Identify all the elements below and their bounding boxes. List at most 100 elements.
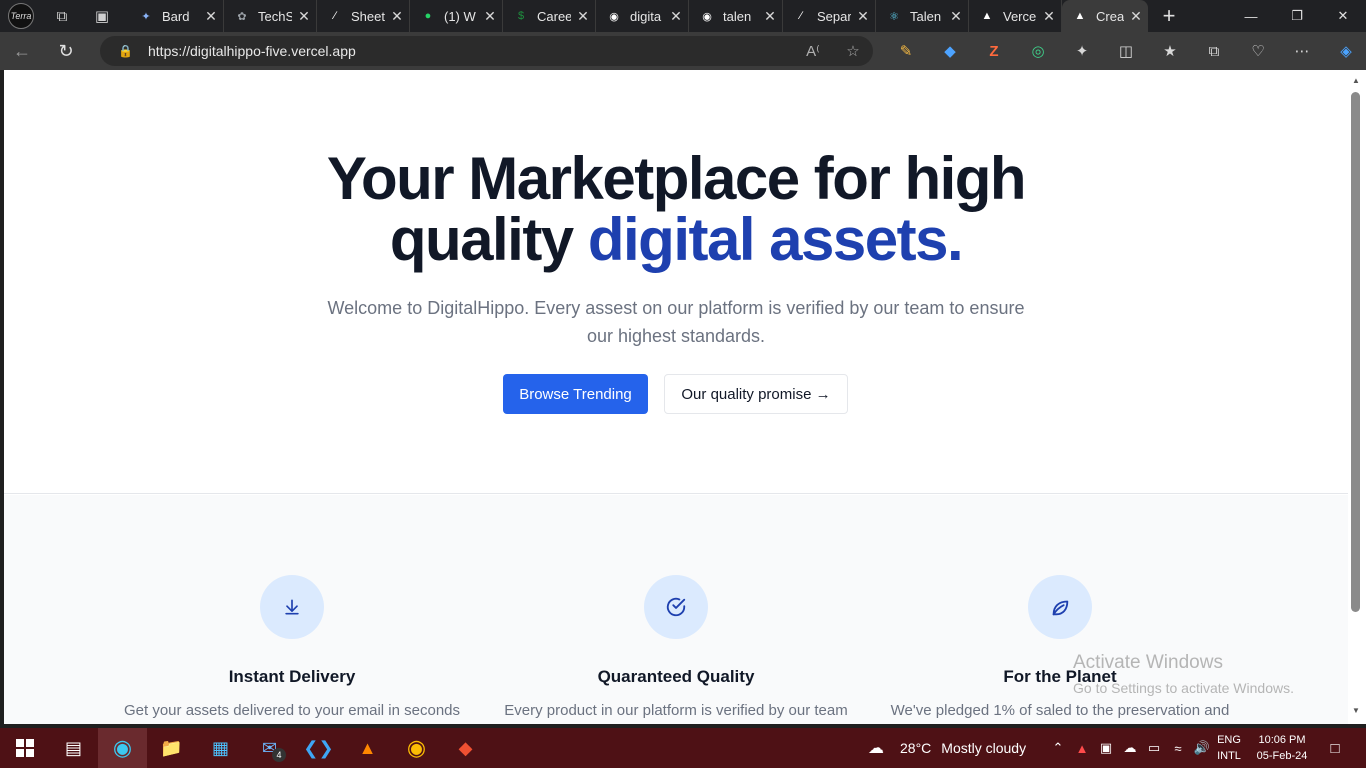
perk-for-the-planet: For the Planet We've pledged 1% of saled…: [860, 575, 1260, 719]
browser-tab[interactable]: ◉ talen ✕: [689, 0, 783, 32]
perk-description: Get your assets delivered to your email …: [124, 702, 460, 719]
browser-tab[interactable]: ✦ Bard ✕: [128, 0, 224, 32]
browser-tab[interactable]: ⚛ Talen ✕: [876, 0, 969, 32]
acrobat-tray-icon[interactable]: ▲: [1070, 741, 1094, 756]
perk-guaranteed-quality: Quaranteed Quality Every product in our …: [476, 575, 876, 719]
meet-now-icon[interactable]: ▣: [1094, 740, 1118, 756]
lock-icon[interactable]: 🔒: [118, 44, 133, 58]
vercel-slash-icon: ∕: [334, 10, 336, 22]
perk-description: We've pledged 1% of saled to the preserv…: [890, 702, 1230, 719]
weather-description: Mostly cloudy: [941, 740, 1027, 756]
battery-icon[interactable]: ▭: [1142, 740, 1166, 756]
close-tab-icon[interactable]: ✕: [851, 8, 875, 25]
browser-tab[interactable]: ◉ digita ✕: [596, 0, 689, 32]
close-tab-icon[interactable]: ✕: [1037, 8, 1061, 25]
hero-title-plain: quality: [389, 206, 574, 273]
scroll-down-arrow-icon[interactable]: ▼: [1350, 706, 1362, 715]
perk-description: Every product in our platform is verifie…: [504, 702, 848, 719]
git-gui-icon[interactable]: ◆: [441, 728, 490, 768]
perks-section: Instant Delivery Get your assets deliver…: [4, 495, 1348, 724]
microsoft-store-icon[interactable]: ▦: [196, 728, 245, 768]
extensions-puzzle-icon[interactable]: ✦: [1060, 32, 1104, 70]
collections-icon[interactable]: ⧉: [1192, 32, 1236, 70]
close-window-button[interactable]: ✕: [1320, 0, 1366, 32]
extension-target-icon[interactable]: ◎: [1016, 32, 1060, 70]
more-menu-icon[interactable]: ⋯: [1280, 32, 1324, 70]
whatsapp-icon: ●: [424, 10, 432, 22]
notification-center-icon[interactable]: □: [1320, 728, 1350, 768]
check-circle-icon: [644, 575, 708, 639]
input-language[interactable]: ENG INTL: [1214, 732, 1244, 764]
close-tab-icon[interactable]: ✕: [199, 8, 223, 25]
wifi-icon[interactable]: ≈: [1166, 741, 1190, 756]
profile-avatar[interactable]: Terra: [8, 3, 34, 29]
extension-z-icon[interactable]: Z: [972, 32, 1016, 70]
tab-title: Creat: [1096, 8, 1124, 24]
tab-title: Sheet: [351, 8, 385, 24]
restore-button[interactable]: ❐: [1274, 0, 1320, 32]
system-clock[interactable]: 10:06 PM 05-Feb-24: [1252, 732, 1312, 764]
show-hidden-icons-chevron-icon[interactable]: ⌃: [1046, 740, 1070, 756]
browser-tab[interactable]: ✿ TechS ✕: [224, 0, 317, 32]
file-explorer-icon[interactable]: 📁: [147, 728, 196, 768]
extension-paint-icon[interactable]: ✎: [884, 32, 928, 70]
watermark-title: Activate Windows: [1073, 652, 1223, 673]
close-tab-icon[interactable]: ✕: [758, 8, 782, 25]
extension-diamond-icon[interactable]: ◆: [928, 32, 972, 70]
browser-tab[interactable]: ∕ Sheet ✕: [317, 0, 410, 32]
quality-promise-button[interactable]: Our quality promise →: [664, 374, 848, 414]
system-tray: ⌃ ▲ ▣ ☁ ▭ ≈ 🔊: [1046, 728, 1214, 768]
close-tab-icon[interactable]: ✕: [944, 8, 968, 25]
vercel-triangle-icon: ▲: [981, 10, 993, 22]
close-tab-icon[interactable]: ✕: [571, 8, 595, 25]
copilot-icon[interactable]: ◈: [1324, 32, 1366, 70]
tab-strip: ✦ Bard ✕ ✿ TechS ✕ ∕ Sheet ✕ ● (1) W ✕ $ Caree ✕ ◉ digit…: [128, 0, 1148, 32]
performance-icon[interactable]: ♡: [1236, 32, 1280, 70]
weather-widget[interactable]: ☁ 28°C Mostly cloudy: [868, 728, 1026, 768]
read-aloud-icon[interactable]: A⁽: [793, 42, 833, 60]
chrome-icon[interactable]: ◉: [392, 728, 441, 768]
favorites-icon[interactable]: ★: [1148, 32, 1192, 70]
minimize-button[interactable]: —: [1228, 0, 1274, 32]
task-view-icon[interactable]: ▤: [49, 728, 98, 768]
browser-tab[interactable]: $ Caree ✕: [503, 0, 596, 32]
new-tab-button[interactable]: +: [1150, 0, 1188, 32]
back-button[interactable]: ←: [0, 32, 44, 70]
browse-trending-button[interactable]: Browse Trending: [503, 374, 648, 414]
hero-section: Your Marketplace for high quality digita…: [4, 70, 1348, 494]
favorite-star-icon[interactable]: ☆: [833, 42, 873, 60]
close-tab-icon[interactable]: ✕: [664, 8, 688, 25]
workspaces-icon[interactable]: ⧉: [42, 0, 82, 32]
edge-taskbar-icon[interactable]: ◉: [98, 728, 147, 768]
browser-tab[interactable]: ▲ Creat✕: [1062, 0, 1148, 32]
perk-title: Quaranteed Quality: [597, 667, 755, 686]
url-text[interactable]: https://digitalhippo-five.vercel.app: [148, 43, 793, 59]
scroll-up-arrow-icon[interactable]: ▲: [1350, 76, 1362, 85]
close-tab-icon[interactable]: ✕: [292, 8, 316, 25]
vlc-icon[interactable]: ▲: [343, 728, 392, 768]
scrollbar-thumb[interactable]: [1351, 92, 1360, 612]
hero-subtitle: Welcome to DigitalHippo. Every assest on…: [327, 298, 1025, 346]
browser-tab[interactable]: ∕ Separ ✕: [783, 0, 876, 32]
vercel-triangle-icon: ▲: [1074, 10, 1086, 22]
vscode-icon[interactable]: ❮❯: [294, 728, 343, 768]
onedrive-icon[interactable]: ☁: [1118, 740, 1142, 756]
split-screen-icon[interactable]: ◫: [1104, 32, 1148, 70]
browser-tab[interactable]: ▲ Verce ✕: [969, 0, 1062, 32]
close-tab-icon[interactable]: ✕: [1124, 8, 1148, 25]
volume-icon[interactable]: 🔊: [1190, 740, 1214, 756]
refresh-button[interactable]: ↻: [44, 32, 88, 70]
clock-time: 10:06 PM: [1258, 734, 1306, 746]
address-bar[interactable]: 🔒 https://digitalhippo-five.vercel.app A…: [100, 36, 873, 66]
browser-tab[interactable]: ● (1) W ✕: [410, 0, 503, 32]
hero-title: Your Marketplace for high quality digita…: [4, 148, 1348, 270]
watermark-subtitle: Go to Settings to activate Windows.: [1073, 680, 1294, 696]
start-button[interactable]: [0, 728, 49, 768]
close-tab-icon[interactable]: ✕: [478, 8, 502, 25]
close-tab-icon[interactable]: ✕: [385, 8, 409, 25]
tab-actions-icon[interactable]: ▣: [82, 0, 122, 32]
page-viewport: Your Marketplace for high quality digita…: [4, 70, 1348, 724]
tab-title: TechS: [258, 8, 292, 24]
mail-icon[interactable]: ✉ 4: [245, 728, 294, 768]
clock-date: 05-Feb-24: [1256, 750, 1308, 762]
